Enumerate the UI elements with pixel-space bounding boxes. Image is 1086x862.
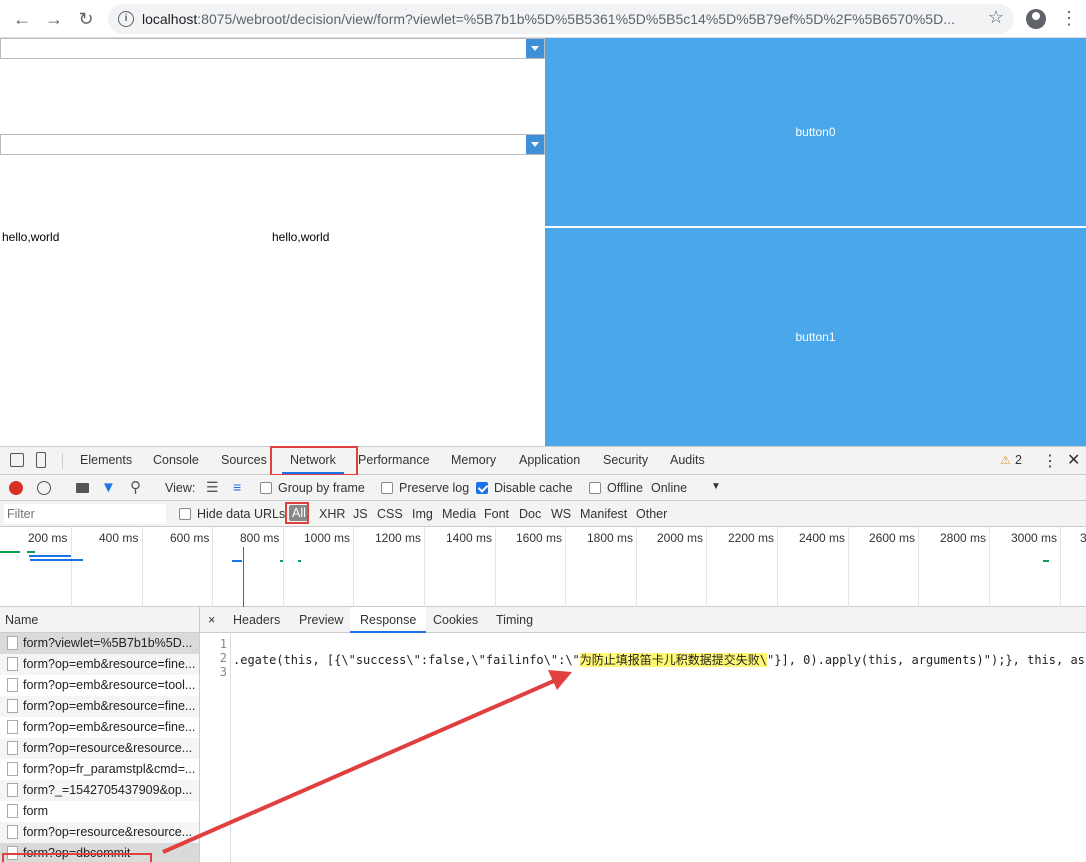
annotation-arrow [162, 670, 572, 854]
